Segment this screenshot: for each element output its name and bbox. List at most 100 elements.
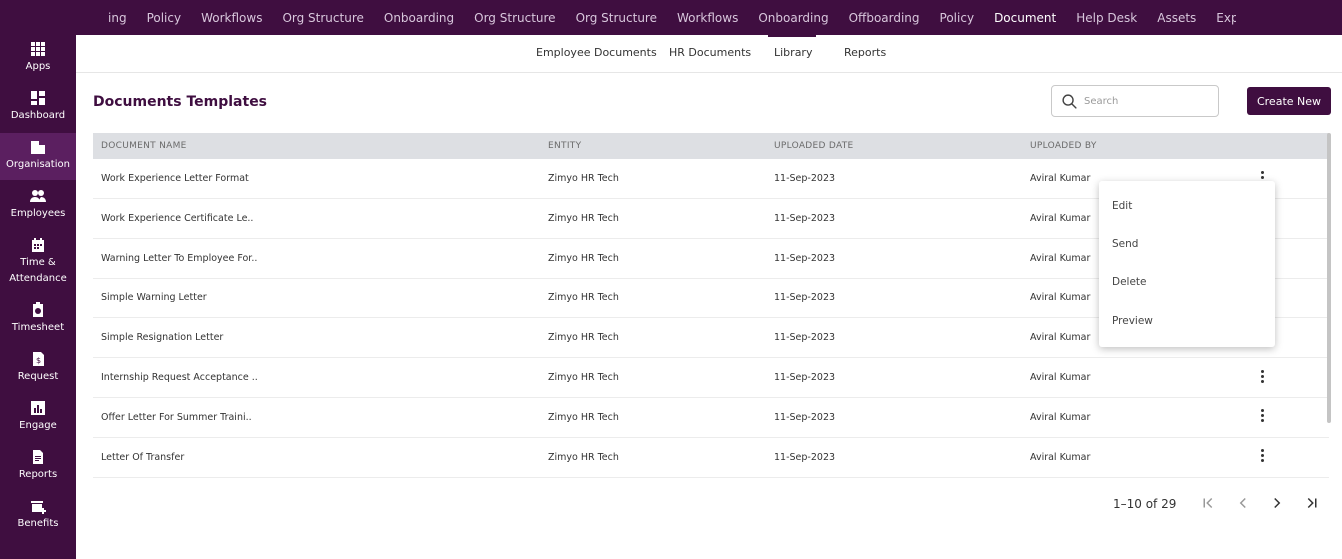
building-icon: [31, 141, 45, 154]
tab-employee-documents[interactable]: Employee Documents: [536, 46, 657, 59]
search-icon: [1062, 93, 1077, 109]
top-nav-item[interactable]: Onboarding: [758, 11, 828, 25]
sidebar-item-organisation[interactable]: Organisation: [0, 133, 76, 180]
cell-entity: Zimyo HR Tech: [548, 252, 619, 264]
top-nav-item[interactable]: Org Structure: [474, 11, 555, 25]
more-vert-icon[interactable]: [1253, 406, 1271, 426]
first-page-icon[interactable]: [1199, 494, 1217, 512]
sidebar-item-label: Employees: [10, 208, 66, 219]
apps-grid-icon: [31, 42, 45, 56]
table-header: DOCUMENT NAME ENTITY UPLOADED DATE UPLOA…: [93, 133, 1329, 159]
cell-uploaded-by: Aviral Kumar: [1030, 252, 1091, 264]
top-nav-item[interactable]: Policy: [940, 11, 975, 25]
sidebar-item-engage[interactable]: Engage: [0, 394, 76, 441]
cell-uploaded-date: 11-Sep-2023: [774, 372, 836, 383]
cell-entity: Zimyo HR Tech: [548, 292, 619, 304]
cell-uploaded-by: Aviral Kumar: [1030, 451, 1091, 463]
calendar-icon: [32, 238, 44, 252]
column-header-entity[interactable]: ENTITY: [548, 141, 581, 151]
top-navbar: ing Policy Workflows Org Structure Onboardin…: [0, 0, 1342, 35]
sidebar-item-reports[interactable]: Reports: [0, 443, 76, 490]
cell-document-name: Simple Warning Letter: [101, 292, 207, 304]
sidebar-item-request[interactable]: $ Request: [0, 345, 76, 392]
cell-entity: Zimyo HR Tech: [548, 411, 619, 423]
column-header-uploaded-date[interactable]: UPLOADED DATE: [774, 141, 854, 151]
sidebar-item-time[interactable]: Time & Attendance: [0, 231, 76, 295]
top-nav-item[interactable]: Help Desk: [1076, 11, 1137, 25]
search-input[interactable]: [1084, 95, 1204, 107]
sidebar-item-label: Apps: [25, 61, 51, 72]
search-box[interactable]: [1051, 85, 1219, 117]
cell-document-name: Warning Letter To Employee For..: [101, 252, 258, 264]
top-nav-item[interactable]: Onboarding: [384, 11, 454, 25]
tab-reports[interactable]: Reports: [844, 46, 886, 59]
pagination-info: 1–10 of 29: [1113, 497, 1177, 511]
cell-uploaded-date: 11-Sep-2023: [774, 451, 836, 463]
top-nav-item[interactable]: Workflows: [677, 11, 738, 25]
sub-tabs: Employee Documents HR Documents Library …: [76, 35, 1342, 73]
more-vert-icon[interactable]: [1253, 366, 1271, 386]
dashboard-icon: [31, 91, 45, 105]
sidebar-item-timesheet[interactable]: Timesheet: [0, 296, 76, 343]
top-nav-item[interactable]: Policy: [147, 11, 182, 25]
tab-library[interactable]: Library: [774, 46, 812, 59]
more-vert-icon[interactable]: [1253, 446, 1271, 466]
top-nav-item[interactable]: Org Structure: [576, 11, 657, 25]
sidebar-item-label: Engage: [19, 420, 57, 431]
top-nav-item[interactable]: Expense: [1216, 11, 1236, 25]
top-nav-items: ing Policy Workflows Org Structure Onboardin…: [0, 0, 1236, 35]
app-root: ing Policy Workflows Org Structure Onboardin…: [0, 0, 1342, 559]
column-header-uploaded-by[interactable]: UPLOADED BY: [1030, 141, 1097, 151]
request-icon: $: [33, 352, 44, 366]
sidebar-item-apps[interactable]: Apps: [0, 35, 76, 82]
active-tab-indicator: [768, 35, 816, 37]
cell-document-name: Simple Resignation Letter: [101, 332, 224, 344]
sidebar-item-label: Organisation: [6, 159, 70, 170]
menu-item-preview[interactable]: Preview: [1112, 315, 1153, 327]
top-nav-item[interactable]: ing: [108, 11, 127, 25]
cell-uploaded-by: Aviral Kumar: [1030, 212, 1091, 224]
cell-uploaded-by: Aviral Kumar: [1030, 292, 1091, 304]
menu-item-edit[interactable]: Edit: [1112, 200, 1132, 212]
table-scrollbar[interactable]: [1327, 133, 1331, 423]
sidebar: Apps Dashboard Organisation Employees Time &…: [0, 35, 76, 559]
top-nav-item[interactable]: Offboarding: [849, 11, 920, 25]
last-page-icon[interactable]: [1303, 494, 1321, 512]
column-header-document-name[interactable]: DOCUMENT NAME: [101, 141, 187, 151]
cell-entity: Zimyo HR Tech: [548, 451, 619, 463]
sidebar-item-label: Dashboard: [10, 110, 66, 121]
sidebar-item-label: Attendance: [9, 273, 67, 284]
table-row[interactable]: Letter Of Transfer Zimyo HR Tech 11-Sep-20…: [93, 438, 1329, 478]
table-row[interactable]: Offer Letter For Summer Traini.. Zimyo HR…: [93, 398, 1329, 438]
sidebar-item-label: Request: [17, 371, 59, 382]
cell-uploaded-date: 11-Sep-2023: [774, 411, 836, 423]
cell-entity: Zimyo HR Tech: [548, 372, 619, 383]
next-page-icon[interactable]: [1268, 494, 1286, 512]
page-title: Documents Templates: [93, 94, 268, 110]
cell-uploaded-by: Aviral Kumar: [1030, 173, 1091, 184]
cell-uploaded-date: 11-Sep-2023: [774, 212, 836, 224]
svg-text:$: $: [36, 356, 41, 365]
create-new-button[interactable]: Create New: [1247, 87, 1331, 115]
sidebar-item-employees[interactable]: Employees: [0, 182, 76, 229]
cell-uploaded-date: 11-Sep-2023: [774, 292, 836, 304]
store-icon: [31, 501, 46, 514]
top-nav-item[interactable]: Document: [994, 11, 1056, 25]
tab-hr-documents[interactable]: HR Documents: [669, 46, 751, 59]
previous-page-icon[interactable]: [1234, 494, 1252, 512]
table-row[interactable]: Internship Request Acceptance .. Zimyo HR…: [93, 358, 1329, 398]
cell-document-name: Letter Of Transfer: [101, 451, 185, 463]
top-nav-item[interactable]: Workflows: [201, 11, 262, 25]
cell-entity: Zimyo HR Tech: [548, 212, 619, 224]
menu-item-send[interactable]: Send: [1112, 238, 1138, 250]
sidebar-item-benefits[interactable]: Benefits: [0, 492, 76, 539]
cell-uploaded-date: 11-Sep-2023: [774, 332, 836, 344]
people-icon: [30, 190, 46, 202]
cell-document-name: Offer Letter For Summer Traini..: [101, 411, 252, 423]
sidebar-item-dashboard[interactable]: Dashboard: [0, 84, 76, 131]
top-nav-item[interactable]: Org Structure: [282, 11, 363, 25]
row-actions-menu: Edit Send Delete Preview: [1099, 181, 1275, 347]
top-nav-item[interactable]: Assets: [1157, 11, 1196, 25]
sidebar-item-label: Timesheet: [11, 322, 65, 333]
menu-item-delete[interactable]: Delete: [1112, 276, 1147, 288]
